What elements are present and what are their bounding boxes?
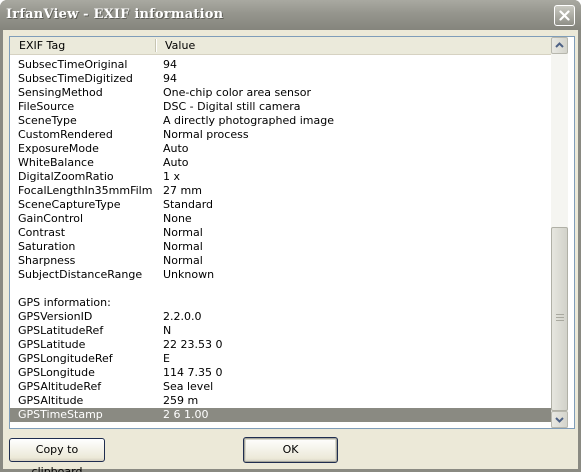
exif-tag-cell: ExposureMode	[18, 142, 99, 155]
column-header-value[interactable]: Value	[165, 37, 195, 54]
table-row[interactable]: GPSVersionID 2.2.0.0	[10, 310, 551, 324]
value-cell: 259 m	[163, 394, 199, 407]
value-cell: 1 x	[163, 170, 181, 183]
value-cell: 2.2.0.0	[163, 310, 202, 323]
value-cell: 22 23.53 0	[163, 338, 223, 351]
scroll-down-button[interactable]	[551, 411, 568, 428]
exif-tag-cell: GPS information:	[18, 296, 111, 309]
value-cell: Normal process	[163, 128, 249, 141]
window-title: IrfanView - EXIF information	[6, 7, 224, 22]
table-row[interactable]: FocalLengthIn35mmFilm 27 mm	[10, 184, 551, 198]
table-row[interactable]: ExposureMode Auto	[10, 142, 551, 156]
value-cell: Unknown	[163, 268, 215, 281]
exif-tag-cell: GPSVersionID	[18, 310, 93, 323]
exif-dialog-window: IrfanView - EXIF information EXIF Tag Va…	[0, 0, 581, 472]
exif-tag-cell: Contrast	[18, 226, 66, 239]
value-cell: Sea level	[163, 380, 214, 393]
table-row[interactable]: SceneCaptureType Standard	[10, 198, 551, 212]
exif-tag-cell: SubsecTimeOriginal	[18, 58, 128, 71]
table-row[interactable]: CustomRendered Normal process	[10, 128, 551, 142]
exif-tag-cell: GPSTimeStamp	[18, 408, 103, 421]
value-cell: Normal	[163, 240, 203, 253]
table-row[interactable]: SceneType A directly photographed image	[10, 114, 551, 128]
scroll-up-button[interactable]	[551, 37, 568, 54]
exif-tag-cell: GPSAltitude	[18, 394, 84, 407]
exif-tag-cell: WhiteBalance	[18, 156, 94, 169]
exif-tag-cell: SceneType	[18, 114, 77, 127]
table-row[interactable]: GPSLatitudeRef N	[10, 324, 551, 338]
value-cell: Normal	[163, 254, 203, 267]
exif-tag-cell: GPSLatitudeRef	[18, 324, 104, 337]
table-row[interactable]	[10, 282, 551, 296]
value-cell: Standard	[163, 198, 214, 211]
table-row[interactable]: GPS information:	[10, 296, 551, 310]
close-button[interactable]	[554, 5, 575, 26]
exif-tag-cell: FocalLengthIn35mmFilm	[18, 184, 153, 197]
close-icon	[559, 10, 570, 21]
table-row[interactable]: Sharpness Normal	[10, 254, 551, 268]
table-row[interactable]: GPSLongitude 114 7.35 0	[10, 366, 551, 380]
exif-tag-cell: GainControl	[18, 212, 84, 225]
exif-tag-cell: GPSLatitude	[18, 338, 86, 351]
value-cell: DSC - Digital still camera	[163, 100, 301, 113]
table-row[interactable]: Saturation Normal	[10, 240, 551, 254]
exif-tag-cell: SensingMethod	[18, 86, 103, 99]
chevron-down-icon	[555, 417, 564, 423]
table-row[interactable]: Contrast Normal	[10, 226, 551, 240]
ok-button[interactable]: OK	[243, 437, 338, 463]
exif-tag-cell: SubjectDistanceRange	[18, 268, 143, 281]
column-header-exif-tag[interactable]: EXIF Tag	[19, 37, 65, 54]
table-row[interactable]: GPSLongitudeRef E	[10, 352, 551, 366]
value-cell: 27 mm	[163, 184, 202, 197]
value-cell: 2 6 1.00	[163, 408, 209, 421]
value-cell: Normal	[163, 226, 203, 239]
exif-tag-cell: FileSource	[18, 100, 75, 113]
exif-tag-cell: SubsecTimeDigitized	[18, 72, 133, 85]
table-row[interactable]: GainControl None	[10, 212, 551, 226]
table-row[interactable]: SubsecTimeDigitized 94	[10, 72, 551, 86]
value-cell: 94	[163, 58, 177, 71]
table-row[interactable]: SensingMethod One-chip color area sensor	[10, 86, 551, 100]
exif-list[interactable]: EXIF Tag Value SubsecTimeOriginal 94 Subse…	[9, 36, 575, 429]
table-row[interactable]: FileSource DSC - Digital still camera	[10, 100, 551, 114]
exif-tag-cell: Saturation	[18, 240, 76, 253]
dialog-body: EXIF Tag Value SubsecTimeOriginal 94 Subse…	[3, 30, 578, 472]
list-rows: SubsecTimeOriginal 94 SubsecTimeDigitized 9…	[10, 58, 551, 422]
table-row[interactable]: GPSAltitudeRef Sea level	[10, 380, 551, 394]
title-bar[interactable]: IrfanView - EXIF information	[0, 0, 581, 30]
exif-tag-cell: GPSLongitude	[18, 366, 95, 379]
exif-tag-cell: CustomRendered	[18, 128, 113, 141]
exif-tag-cell: DigitalZoomRatio	[18, 170, 114, 183]
value-cell: E	[163, 352, 170, 365]
exif-tag-cell: GPSAltitudeRef	[18, 380, 102, 393]
value-cell: 114 7.35 0	[163, 366, 223, 379]
table-row[interactable]: SubjectDistanceRange Unknown	[10, 268, 551, 282]
table-row[interactable]: GPSLatitude 22 23.53 0	[10, 338, 551, 352]
list-header: EXIF Tag Value	[10, 37, 551, 55]
table-row[interactable]: WhiteBalance Auto	[10, 156, 551, 170]
value-cell: Auto	[163, 156, 189, 169]
table-row[interactable]: SubsecTimeOriginal 94	[10, 58, 551, 72]
column-divider[interactable]	[155, 39, 156, 52]
copy-to-clipboard-button[interactable]: Copy to clipboard	[9, 438, 105, 472]
exif-tag-cell: SceneCaptureType	[18, 198, 121, 211]
value-cell: Auto	[163, 142, 189, 155]
value-cell: 94	[163, 72, 177, 85]
vertical-scrollbar[interactable]	[551, 37, 568, 428]
exif-tag-cell: GPSLongitudeRef	[18, 352, 113, 365]
table-row[interactable]: GPSTimeStamp 2 6 1.00	[10, 408, 551, 422]
value-cell: None	[163, 212, 192, 225]
chevron-up-icon	[555, 42, 564, 48]
value-cell: A directly photographed image	[163, 114, 334, 127]
exif-tag-cell: Sharpness	[18, 254, 76, 267]
scroll-thumb[interactable]	[551, 227, 568, 411]
value-cell: N	[163, 324, 172, 337]
value-cell: One-chip color area sensor	[163, 86, 311, 99]
table-row[interactable]: DigitalZoomRatio 1 x	[10, 170, 551, 184]
table-row[interactable]: GPSAltitude 259 m	[10, 394, 551, 408]
